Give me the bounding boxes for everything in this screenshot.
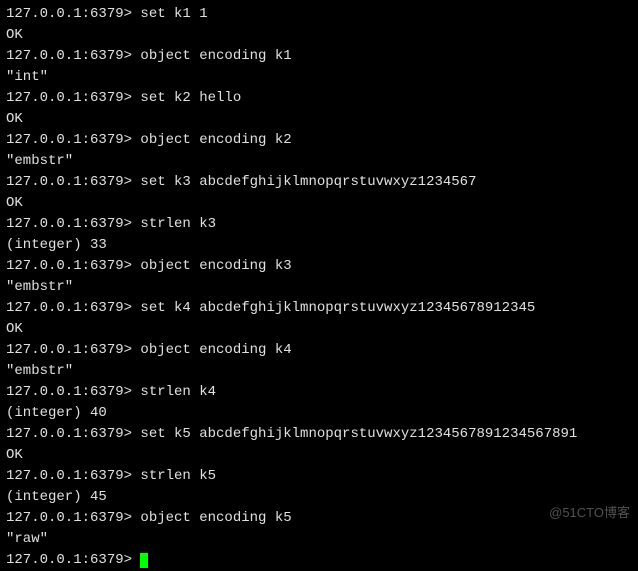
terminal-line: OK: [6, 25, 632, 46]
watermark: @51CTO博客: [549, 503, 630, 523]
terminal-prompt: 127.0.0.1:6379>: [6, 6, 140, 22]
terminal-line: 127.0.0.1:6379> object encoding k4: [6, 340, 632, 361]
terminal-line: 127.0.0.1:6379> set k2 hello: [6, 88, 632, 109]
terminal-line: 127.0.0.1:6379> strlen k5: [6, 466, 632, 487]
terminal-prompt: 127.0.0.1:6379>: [6, 384, 140, 400]
terminal-command: object encoding k5: [140, 510, 291, 526]
terminal-line: OK: [6, 445, 632, 466]
terminal-output-text: OK: [6, 447, 23, 463]
terminal-command: strlen k4: [140, 384, 216, 400]
terminal-line: (integer) 33: [6, 235, 632, 256]
terminal-line: "embstr": [6, 277, 632, 298]
terminal-prompt: 127.0.0.1:6379>: [6, 342, 140, 358]
terminal-command: set k3 abcdefghijklmnopqrstuvwxyz1234567: [140, 174, 476, 190]
terminal-command: strlen k3: [140, 216, 216, 232]
terminal-line: 127.0.0.1:6379> set k1 1: [6, 4, 632, 25]
terminal-output-text: "embstr": [6, 363, 73, 379]
terminal-line: (integer) 40: [6, 403, 632, 424]
terminal-line: 127.0.0.1:6379> object encoding k2: [6, 130, 632, 151]
terminal-command: object encoding k2: [140, 132, 291, 148]
terminal-output-text: "int": [6, 69, 48, 85]
terminal-line: 127.0.0.1:6379> set k4 abcdefghijklmnopq…: [6, 298, 632, 319]
terminal-output-text: (integer) 45: [6, 489, 107, 505]
terminal-line: 127.0.0.1:6379> strlen k4: [6, 382, 632, 403]
terminal-line: OK: [6, 319, 632, 340]
terminal-line: "embstr": [6, 361, 632, 382]
terminal-prompt: 127.0.0.1:6379>: [6, 132, 140, 148]
terminal-prompt: 127.0.0.1:6379>: [6, 216, 140, 232]
terminal-output-text: "raw": [6, 531, 48, 547]
terminal-line: 127.0.0.1:6379> set k3 abcdefghijklmnopq…: [6, 172, 632, 193]
terminal-command: object encoding k3: [140, 258, 291, 274]
terminal-output-text: "embstr": [6, 153, 73, 169]
terminal-prompt: 127.0.0.1:6379>: [6, 174, 140, 190]
terminal-prompt: 127.0.0.1:6379>: [6, 468, 140, 484]
terminal-output-text: OK: [6, 321, 23, 337]
terminal-command: set k5 abcdefghijklmnopqrstuvwxyz1234567…: [140, 426, 577, 442]
terminal-output[interactable]: 127.0.0.1:6379> set k1 1 OK 127.0.0.1:6379…: [6, 4, 632, 571]
terminal-line: (integer) 45: [6, 487, 632, 508]
terminal-line: OK: [6, 109, 632, 130]
terminal-line: 127.0.0.1:6379> object encoding k5: [6, 508, 632, 529]
terminal-line: "int": [6, 67, 632, 88]
terminal-command: set k1 1: [140, 6, 207, 22]
terminal-prompt: 127.0.0.1:6379>: [6, 552, 140, 568]
terminal-command: object encoding k1: [140, 48, 291, 64]
terminal-line: OK: [6, 193, 632, 214]
terminal-output-text: "embstr": [6, 279, 73, 295]
terminal-prompt: 127.0.0.1:6379>: [6, 258, 140, 274]
terminal-prompt: 127.0.0.1:6379>: [6, 300, 140, 316]
terminal-prompt: 127.0.0.1:6379>: [6, 48, 140, 64]
terminal-line: 127.0.0.1:6379> object encoding k3: [6, 256, 632, 277]
terminal-line: 127.0.0.1:6379> set k5 abcdefghijklmnopq…: [6, 424, 632, 445]
terminal-output-text: OK: [6, 195, 23, 211]
terminal-command: strlen k5: [140, 468, 216, 484]
terminal-line: "raw": [6, 529, 632, 550]
terminal-line: 127.0.0.1:6379>: [6, 550, 632, 571]
terminal-prompt: 127.0.0.1:6379>: [6, 510, 140, 526]
terminal-prompt: 127.0.0.1:6379>: [6, 90, 140, 106]
terminal-output-text: (integer) 40: [6, 405, 107, 421]
terminal-output-text: OK: [6, 111, 23, 127]
terminal-line: 127.0.0.1:6379> object encoding k1: [6, 46, 632, 67]
terminal-line: "embstr": [6, 151, 632, 172]
terminal-output-text: (integer) 33: [6, 237, 107, 253]
terminal-prompt: 127.0.0.1:6379>: [6, 426, 140, 442]
terminal-cursor: [140, 553, 148, 568]
terminal-command: set k2 hello: [140, 90, 241, 106]
terminal-output-text: OK: [6, 27, 23, 43]
terminal-line: 127.0.0.1:6379> strlen k3: [6, 214, 632, 235]
terminal-command: object encoding k4: [140, 342, 291, 358]
terminal-command: set k4 abcdefghijklmnopqrstuvwxyz1234567…: [140, 300, 535, 316]
